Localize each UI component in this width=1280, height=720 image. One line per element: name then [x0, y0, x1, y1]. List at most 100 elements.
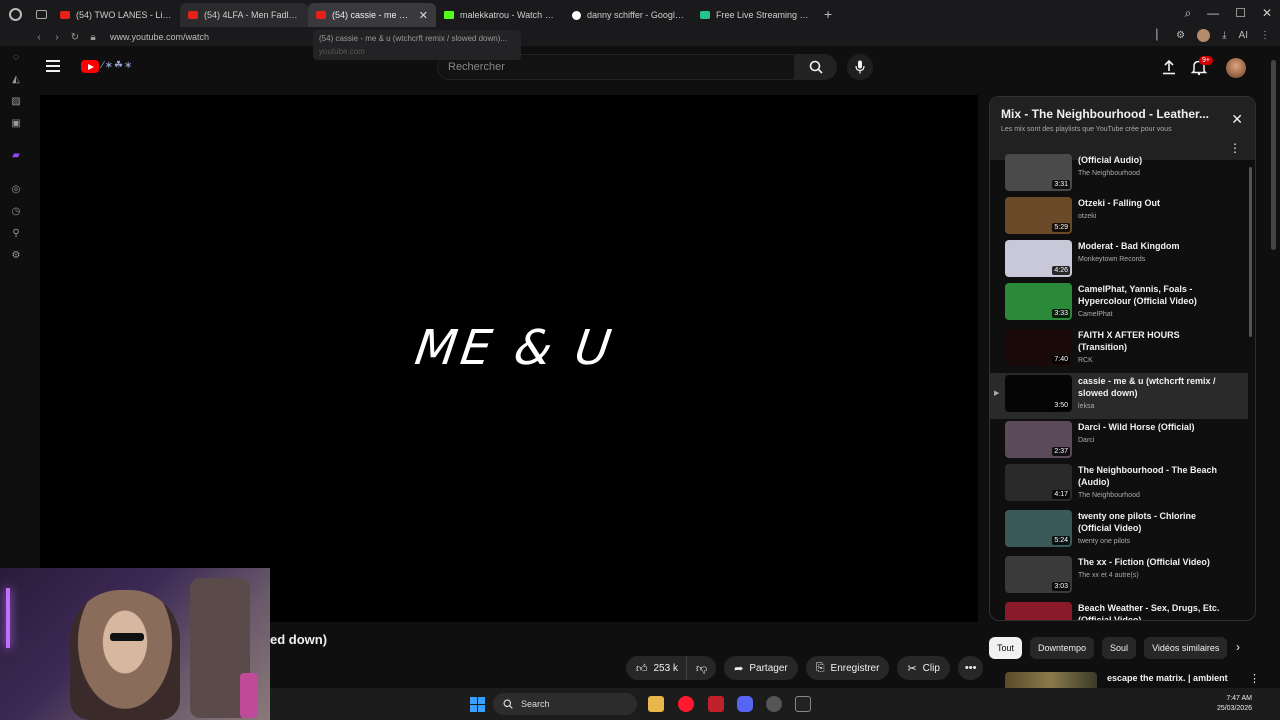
- save-button[interactable]: ⎘ Enregistrer: [805, 656, 890, 680]
- like-button[interactable]: 👍︎ 253 k: [626, 656, 686, 680]
- back-icon[interactable]: ‹: [30, 32, 48, 43]
- filter-chip[interactable]: Vidéos similaires: [1144, 637, 1228, 659]
- playlist-thumbnail[interactable]: 3:33: [1005, 283, 1072, 320]
- clip-button[interactable]: ✂ Clip: [897, 656, 950, 680]
- playlist-thumbnail[interactable]: 5:24: [1005, 510, 1072, 547]
- playlist-thumbnail[interactable]: 4:17: [1005, 464, 1072, 501]
- download-icon[interactable]: ⤓: [1222, 30, 1226, 41]
- share-button[interactable]: ➦ Partager: [724, 656, 798, 680]
- filter-chips: Tout Downtempo Soul Vidéos similaires: [989, 637, 1228, 659]
- thumbs-down-icon: 👎︎: [695, 662, 708, 675]
- duration-badge: 3:33: [1052, 309, 1070, 318]
- puzzle-icon[interactable]: ⚙: [1176, 30, 1185, 41]
- close-tab-icon[interactable]: ✕: [419, 9, 428, 22]
- playlist-thumbnail[interactable]: 7:40: [1005, 329, 1072, 366]
- menu-icon[interactable]: ⋮: [1260, 30, 1270, 41]
- sidebar-aria-icon[interactable]: ◭: [0, 68, 32, 90]
- playlist-item[interactable]: 5:24 twenty one pilots - Chlorine (Offici…: [990, 508, 1248, 554]
- chevron-right-icon[interactable]: ›: [1236, 640, 1240, 654]
- playlist-thumbnail[interactable]: 4:26: [1005, 240, 1072, 277]
- ai-button[interactable]: AI: [1239, 30, 1248, 41]
- playlist-item[interactable]: 3:31 (Official Audio) The Neighbourhood: [990, 152, 1248, 195]
- browser-tab[interactable]: (54) TWO LANES - Live fr: [52, 3, 180, 27]
- sidebar-history-icon[interactable]: ◷: [0, 200, 32, 222]
- profile-avatar[interactable]: [1197, 29, 1211, 42]
- windows-start-icon[interactable]: [470, 697, 485, 712]
- playlist-thumbnail[interactable]: 3:03: [1005, 556, 1072, 593]
- playlist-thumbnail[interactable]: 3:50: [1005, 375, 1072, 412]
- filter-chip[interactable]: Downtempo: [1030, 637, 1095, 659]
- bookmark-icon: ⎘: [815, 661, 825, 674]
- opera-logo-icon[interactable]: [0, 0, 30, 28]
- playlist-item[interactable]: 3:33 CamelPhat, Yannis, Foals - Hypercolo…: [990, 281, 1248, 327]
- tab-label: malekkatrou - Watch the: [460, 10, 556, 20]
- dislike-button[interactable]: 👎︎: [685, 656, 717, 680]
- playlist-title[interactable]: Mix - The Neighbourhood - Leather...: [1001, 107, 1209, 121]
- microphone-icon: [855, 60, 865, 74]
- terminal-icon[interactable]: [795, 696, 811, 712]
- playlist-item[interactable]: 4:26 Moderat - Bad Kingdom Monkeytown Reco…: [990, 238, 1248, 281]
- file-explorer-icon[interactable]: [648, 696, 664, 712]
- playlist-thumbnail[interactable]: 3:31: [1005, 154, 1072, 191]
- playlist-item[interactable]: ▶ 3:50 cassie - me & u (wtchcrft remix / s…: [990, 373, 1248, 419]
- playlist-scrollbar[interactable]: [1249, 167, 1252, 337]
- filter-chip[interactable]: Tout: [989, 637, 1023, 659]
- more-actions-button[interactable]: •••: [957, 656, 984, 680]
- more-vertical-icon[interactable]: ⋮: [1249, 672, 1260, 685]
- browser-tab[interactable]: malekkatrou - Watch the: [436, 3, 564, 27]
- account-avatar[interactable]: [1226, 58, 1246, 78]
- sidebar-messenger-icon[interactable]: ▣: [0, 112, 32, 134]
- tab-favicon-icon: [188, 11, 198, 19]
- playlist-thumbnail[interactable]: 5:29: [1005, 197, 1072, 234]
- url-text[interactable]: www.youtube.com/watch: [110, 32, 209, 42]
- video-player[interactable]: ME & U: [40, 95, 978, 622]
- playlist-thumbnail[interactable]: 2:37: [1005, 421, 1072, 458]
- discord-icon[interactable]: [737, 696, 753, 712]
- sidebar-player-icon[interactable]: ◎: [0, 178, 32, 200]
- extensions-icon[interactable]: ▏: [1156, 30, 1164, 41]
- new-tab-icon[interactable]: +: [824, 6, 832, 22]
- app-circle-icon[interactable]: [766, 696, 782, 712]
- sidebar-settings-icon[interactable]: ⚙: [0, 244, 32, 266]
- playlist-item-meta: Beach Weather - Sex, Drugs, Etc. (Offici…: [1078, 602, 1228, 620]
- browser-tab[interactable]: danny schiffer - Google S: [564, 3, 692, 27]
- browser-tab[interactable]: (54) 4LFA - Men Fadlek -: [180, 3, 308, 27]
- playlist-item[interactable]: 5:29 Otzeki - Falling Out otzeki: [990, 195, 1248, 238]
- playlist-item[interactable]: Beach Weather - Sex, Drugs, Etc. (Offici…: [990, 600, 1248, 620]
- tab-overview-icon[interactable]: [30, 0, 52, 28]
- playlist-item[interactable]: 2:37 Darci - Wild Horse (Official) Darci: [990, 419, 1248, 462]
- youtube-logo[interactable]: [81, 60, 99, 73]
- search-tabs-icon[interactable]: ⌕: [1184, 6, 1191, 21]
- page-scrollbar[interactable]: [1271, 60, 1276, 250]
- neon-light: [6, 588, 10, 648]
- voice-search-button[interactable]: [847, 54, 873, 80]
- youtube-header: ⁄∗☘∗ Rechercher 9+: [32, 46, 1280, 90]
- sidebar-twitch-icon[interactable]: ▰: [0, 144, 32, 166]
- minimize-icon[interactable]: —: [1207, 6, 1219, 21]
- taskbar-search[interactable]: Search: [493, 693, 637, 715]
- search-button[interactable]: [795, 54, 837, 80]
- playlist-thumbnail[interactable]: [1005, 602, 1072, 620]
- youtube-doodle[interactable]: ⁄∗☘∗: [102, 60, 133, 71]
- sidebar-pinboard-icon[interactable]: ▨: [0, 90, 32, 112]
- sidebar-extensions-icon[interactable]: ⚲: [0, 222, 32, 244]
- upload-icon[interactable]: [1160, 58, 1178, 76]
- system-clock[interactable]: 7:47 AM 25/03/2026: [1217, 694, 1252, 714]
- playlist-item[interactable]: 3:03 The xx - Fiction (Official Video) The…: [990, 554, 1248, 600]
- opera-gx-icon[interactable]: [678, 696, 694, 712]
- playlist-item-meta: CamelPhat, Yannis, Foals - Hypercolour (…: [1078, 283, 1228, 327]
- app-x-icon[interactable]: [708, 696, 724, 712]
- playlist-item[interactable]: 7:40 FAITH X AFTER HOURS (Transition) RCK: [990, 327, 1248, 373]
- browser-tab[interactable]: Free Live Streaming & Re: [692, 3, 820, 27]
- reload-icon[interactable]: ↻: [66, 32, 84, 43]
- recommended-title[interactable]: escape the matrix. | ambient: [1107, 673, 1228, 683]
- sidebar-music-icon[interactable]: ◌: [0, 46, 32, 68]
- maximize-icon[interactable]: ☐: [1235, 6, 1246, 21]
- forward-icon[interactable]: ›: [48, 32, 66, 43]
- menu-icon[interactable]: [46, 60, 60, 72]
- browser-tab[interactable]: (54) cassie - me & u (w ✕: [308, 3, 436, 27]
- close-icon[interactable]: ✕: [1231, 111, 1243, 128]
- close-window-icon[interactable]: ✕: [1262, 6, 1272, 21]
- filter-chip[interactable]: Soul: [1102, 637, 1137, 659]
- playlist-item[interactable]: 4:17 The Neighbourhood - The Beach (Audio…: [990, 462, 1248, 508]
